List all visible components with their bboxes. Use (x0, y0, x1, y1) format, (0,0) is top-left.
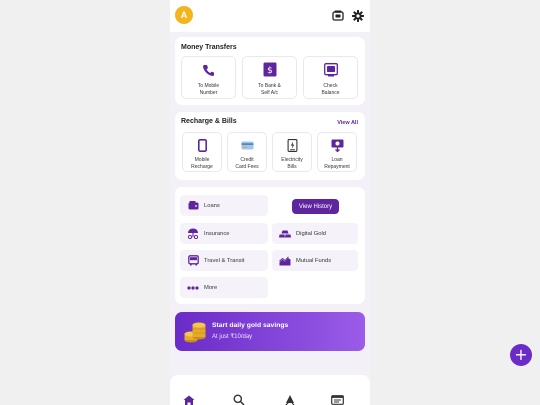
electricity-bill-icon (287, 138, 298, 152)
loans-label: Loans (204, 202, 220, 209)
check-balance-label-line1: Check (323, 83, 338, 89)
banner-subtitle: At just ₹10/day (212, 334, 253, 340)
wallet-icon (187, 200, 199, 212)
search-icon[interactable] (232, 394, 246, 405)
electricity-bills-label-line2: Bills (287, 163, 297, 170)
avatar[interactable]: A (175, 6, 193, 24)
to-mobile-number-label-line1: To Mobile (197, 83, 220, 89)
insurance-umbrella-icon (187, 228, 199, 240)
loan-repayment-tile[interactable]: Loan Repayment (317, 132, 357, 172)
loans-item[interactable]: Loans (180, 195, 268, 216)
travel-transit-item[interactable]: Travel & Transit (180, 250, 268, 271)
mobile-recharge-label-line1: Mobile (194, 157, 210, 163)
chart-icon (279, 255, 291, 267)
mutual-funds-item[interactable]: Mutual Funds (272, 250, 358, 271)
to-mobile-number-tile[interactable]: To Mobile Number (181, 56, 236, 99)
check-balance-icon (323, 62, 338, 77)
bank-dollar-icon: $ (263, 62, 277, 77)
mobile-recharge-label-line2: Recharge (191, 163, 213, 170)
plus-icon: + (514, 345, 528, 364)
to-bank-self-label-line2: Self A/c (261, 89, 278, 96)
add-fab-button[interactable]: + (510, 344, 532, 366)
view-history-button[interactable]: View History (292, 199, 339, 214)
mobile-icon (197, 138, 207, 152)
loan-repayment-label-line1: Loan (331, 157, 343, 163)
to-mobile-number-label-line2: Number (199, 89, 218, 96)
recharge-bills-title: Recharge & Bills (181, 118, 237, 125)
electricity-bills-tile[interactable]: Electricity Bills (272, 132, 312, 172)
digital-gold-item[interactable]: Digital Gold (272, 223, 358, 244)
insurance-label: Insurance (204, 230, 230, 237)
more-item[interactable]: More (180, 277, 268, 298)
mutual-funds-label: Mutual Funds (296, 257, 332, 264)
to-bank-self-tile[interactable]: $ To Bank & Self A/c (242, 56, 297, 99)
loan-repayment-label-line2: Repayment (324, 163, 350, 170)
credit-card-icon (240, 140, 254, 150)
credit-card-fees-tile[interactable]: Credit Card Fees (227, 132, 267, 172)
money-transfers-card: Money Transfers To Mobile Number $ To Ban… (175, 37, 365, 105)
check-balance-label-line2: Balance (321, 89, 340, 96)
bus-icon (187, 255, 199, 267)
electricity-bills-label-line1: Electricity (281, 157, 303, 163)
gold-bars-icon (279, 228, 291, 240)
app-screen: A Money Transfers To Mobile Number $ To … (170, 0, 370, 405)
credit-card-fees-label-line2: Card Fees (235, 163, 259, 170)
loan-repayment-icon (330, 138, 344, 152)
recharge-bills-card: Recharge & Bills View All Mobile Recharge… (175, 112, 365, 180)
travel-transit-label: Travel & Transit (204, 257, 245, 264)
credit-card-fees-label-line1: Credit (240, 157, 254, 163)
alerts-icon[interactable] (283, 394, 297, 405)
more-dots-icon (187, 282, 199, 294)
top-bar: A (170, 0, 370, 32)
insurance-item[interactable]: Insurance (180, 223, 268, 244)
mobile-recharge-tile[interactable]: Mobile Recharge (182, 132, 222, 172)
wallet-icon[interactable] (331, 9, 344, 22)
check-balance-tile[interactable]: Check Balance (303, 56, 358, 99)
gold-coins-icon (183, 320, 207, 344)
settings-gear-icon[interactable] (351, 9, 364, 22)
gold-savings-banner[interactable]: Start daily gold savings At just ₹10/day (175, 312, 365, 351)
svg-text:$: $ (267, 66, 273, 76)
digital-gold-label: Digital Gold (296, 230, 326, 237)
to-bank-self-label-line1: To Bank & (258, 83, 281, 89)
more-label: More (204, 284, 218, 291)
history-icon[interactable] (330, 394, 344, 405)
home-icon[interactable] (182, 394, 196, 405)
bottom-nav (170, 375, 370, 405)
money-transfers-title: Money Transfers (181, 44, 237, 51)
view-all-link[interactable]: View All (337, 120, 358, 126)
phone-icon (202, 63, 216, 77)
banner-title: Start daily gold savings (212, 322, 289, 329)
